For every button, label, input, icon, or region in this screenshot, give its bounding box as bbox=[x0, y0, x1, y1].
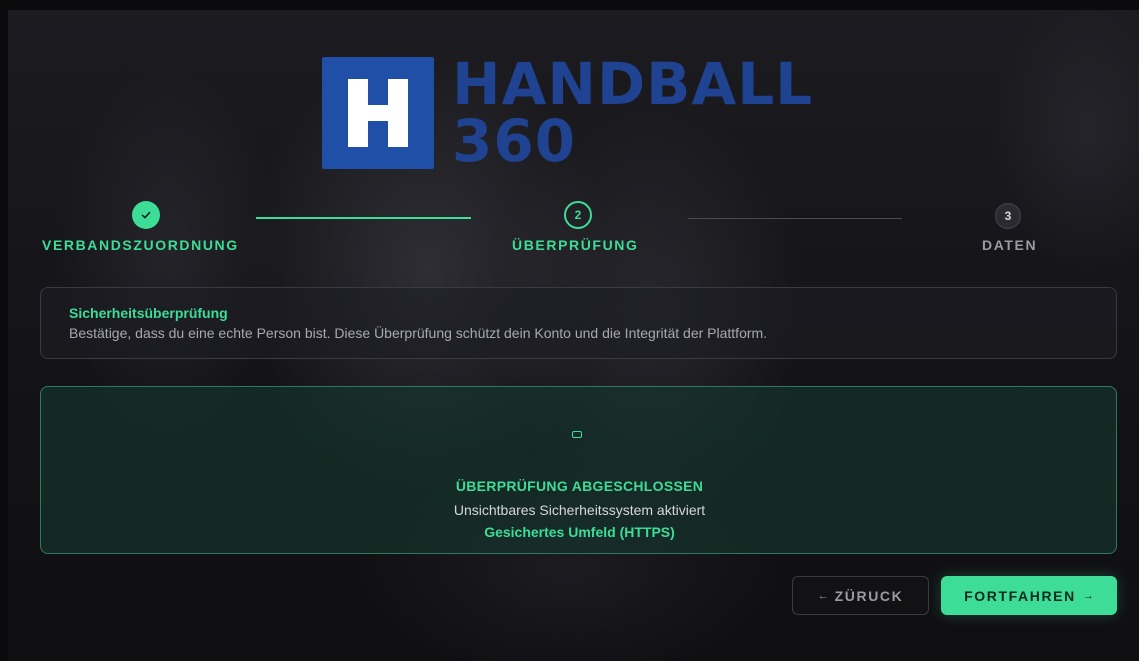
step-3-label: DATEN bbox=[982, 237, 1038, 253]
check-icon bbox=[141, 211, 151, 219]
step-1-indicator bbox=[132, 201, 160, 229]
step-connector-completed bbox=[256, 217, 471, 219]
arrow-left-icon: ← bbox=[817, 589, 829, 602]
logo-h-glyph bbox=[348, 79, 408, 147]
security-info-card: Sicherheitsüberprüfung Bestätige, dass d… bbox=[40, 287, 1117, 359]
continue-button-label: FORTFAHREN bbox=[964, 587, 1076, 604]
verification-panel: ÜBERPRÜFUNG ABGESCHLOSSEN Unsichtbares S… bbox=[40, 386, 1117, 554]
secure-environment-note: Gesichertes Umfeld (HTTPS) bbox=[484, 524, 675, 540]
step-2-label: ÜBERPRÜFUNG bbox=[512, 237, 639, 253]
continue-button[interactable]: FORTFAHREN → bbox=[941, 576, 1117, 615]
verification-title: ÜBERPRÜFUNG ABGESCHLOSSEN bbox=[455, 478, 704, 494]
arrow-right-icon: → bbox=[1082, 589, 1094, 602]
screen-icon bbox=[572, 431, 582, 438]
step-1-label: VERBANDSZUORDNUNG bbox=[42, 237, 239, 253]
verification-subtitle: Unsichtbares Sicherheitssystem aktiviert bbox=[453, 502, 706, 518]
info-text: Bestätige, dass du eine echte Person bis… bbox=[69, 325, 768, 341]
step-3-indicator: 3 bbox=[995, 203, 1021, 229]
step-connector-pending bbox=[688, 218, 902, 219]
info-title: Sicherheitsüberprüfung bbox=[69, 305, 228, 321]
logo-wordmark-line2: 360 bbox=[452, 107, 577, 175]
back-button-label: ZÜRUCK bbox=[834, 587, 904, 604]
step-2-indicator: 2 bbox=[564, 201, 592, 229]
logo-mark bbox=[322, 57, 434, 169]
logo-wordmark-line1: HANDBALL bbox=[452, 50, 814, 118]
back-button[interactable]: ← ZÜRUCK bbox=[792, 576, 929, 615]
